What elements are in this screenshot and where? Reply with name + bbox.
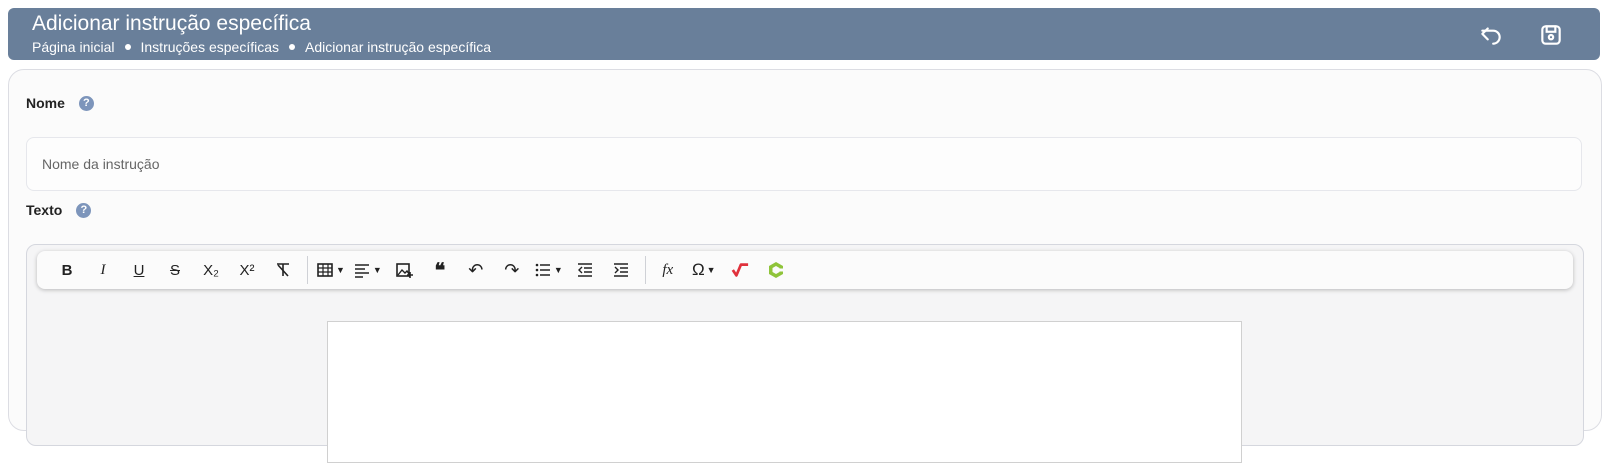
name-field[interactable]: [26, 137, 1582, 191]
breadcrumb-separator: [124, 44, 131, 50]
wiris-math-icon: [731, 263, 748, 277]
name-label-text: Nome: [26, 95, 65, 111]
page-title: Adicionar instrução específica: [32, 12, 311, 35]
underline-button[interactable]: U: [125, 256, 153, 284]
math-formula-button[interactable]: fx: [654, 256, 682, 284]
breadcrumb-item-current: Adicionar instrução específica: [305, 39, 492, 55]
bulleted-list-button[interactable]: ▼: [534, 256, 563, 284]
align-left-icon: [354, 264, 369, 278]
breadcrumb-separator: [289, 44, 296, 50]
redo-icon: ↷: [504, 259, 520, 280]
chevron-down-icon: ▼: [553, 265, 563, 275]
italic-icon: I: [100, 261, 106, 278]
breadcrumb-item-instructions[interactable]: Instruções específicas: [141, 39, 280, 55]
page-header: Adicionar instrução específica Página in…: [8, 8, 1600, 60]
insert-image-button[interactable]: [390, 256, 418, 284]
text-label-text: Texto: [26, 202, 63, 218]
special-characters-button[interactable]: Ω ▼: [690, 256, 718, 284]
undo-arrow-icon: [1481, 27, 1501, 45]
undo-button[interactable]: ↶: [462, 256, 490, 284]
subscript-button[interactable]: X₂: [197, 256, 225, 284]
breadcrumb-item-home[interactable]: Página inicial: [32, 39, 115, 55]
strikethrough-icon: S: [169, 261, 180, 279]
wiris-math-button[interactable]: [726, 256, 754, 284]
toolbar-divider: [644, 256, 646, 284]
save-button[interactable]: [1538, 22, 1564, 48]
superscript-button[interactable]: X²: [233, 256, 261, 284]
indent-button[interactable]: [607, 256, 635, 284]
editor-content-area[interactable]: [327, 321, 1242, 463]
subscript-icon: X₂: [203, 261, 219, 279]
function-icon: fx: [662, 261, 674, 278]
omega-icon: Ω: [691, 260, 705, 279]
help-icon[interactable]: ?: [76, 202, 92, 218]
help-icon[interactable]: ?: [78, 95, 94, 111]
insert-image-icon: [396, 263, 413, 278]
breadcrumb: Página inicial Instruções específicas Ad…: [32, 39, 491, 55]
chemistry-icon: [768, 262, 784, 278]
chevron-down-icon: ▼: [372, 265, 382, 275]
outdent-icon: [577, 263, 592, 277]
strikethrough-button[interactable]: S: [161, 256, 189, 284]
toolbar-divider: [307, 256, 308, 284]
chemistry-button[interactable]: [762, 256, 790, 284]
undo-icon: ↶: [468, 259, 484, 280]
table-icon: [317, 263, 333, 277]
form-card: Nome ? Texto ? B I U S X₂ X²: [8, 69, 1602, 463]
name-label: Nome ?: [26, 95, 94, 111]
quote-icon: ❝: [434, 259, 446, 282]
rich-text-editor: B I U S X₂ X² ▼ ▼ ❝ ↶ ↷ ▼ fx Ω ▼: [26, 244, 1584, 463]
bold-button[interactable]: B: [53, 256, 81, 284]
bulleted-list-icon: [535, 263, 550, 277]
indent-icon: [613, 263, 628, 277]
superscript-icon: X²: [239, 261, 255, 279]
bold-icon: B: [61, 261, 73, 279]
text-label: Texto ?: [26, 202, 92, 218]
save-icon: [1541, 25, 1561, 45]
chevron-down-icon: ▼: [706, 265, 716, 275]
remove-format-button[interactable]: [269, 256, 297, 284]
outdent-button[interactable]: [571, 256, 599, 284]
editor-toolbar: B I U S X₂ X² ▼ ▼ ❝ ↶ ↷ ▼ fx Ω ▼: [37, 251, 1573, 289]
remove-format-icon: [277, 263, 289, 277]
back-button[interactable]: [1478, 22, 1504, 48]
italic-button[interactable]: I: [89, 256, 117, 284]
align-button[interactable]: ▼: [353, 256, 382, 284]
underline-icon: U: [133, 261, 145, 279]
redo-button[interactable]: ↷: [498, 256, 526, 284]
chevron-down-icon: ▼: [336, 265, 345, 275]
blockquote-button[interactable]: ❝: [426, 256, 454, 284]
table-button[interactable]: ▼: [316, 256, 345, 284]
